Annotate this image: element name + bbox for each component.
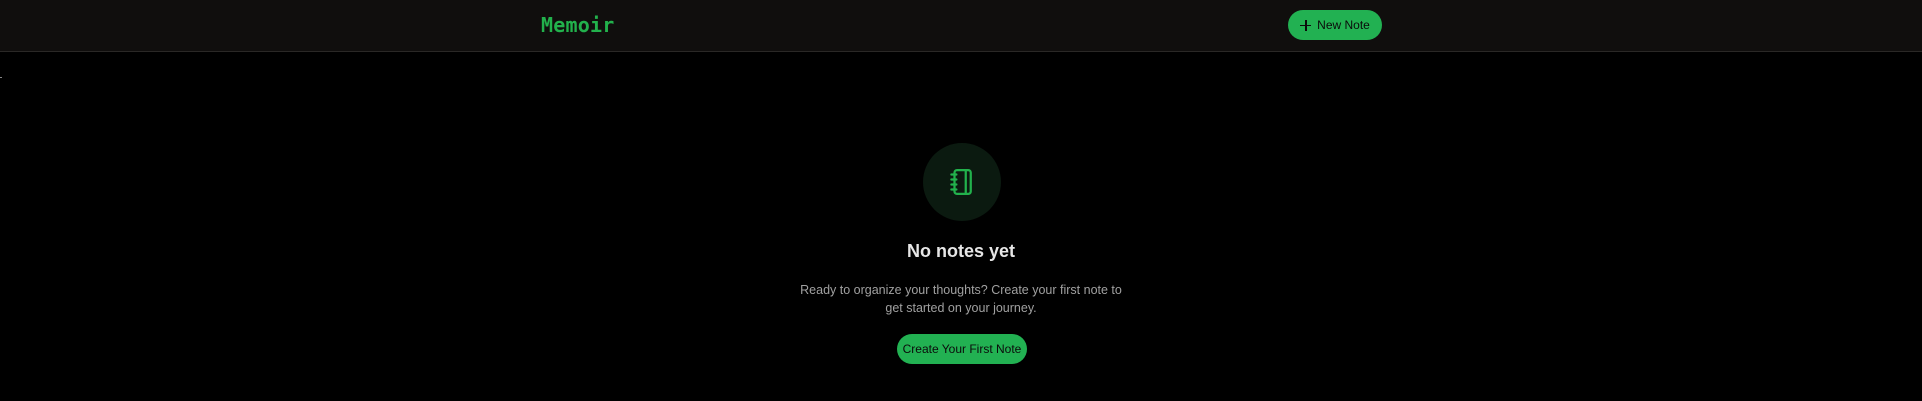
empty-state-title: No notes yet (906, 241, 1016, 261)
empty-state: No notes yet Ready to organize your thou… (0, 0, 1922, 401)
empty-state-icon-circle (923, 143, 1001, 221)
empty-state-description: Ready to organize your thoughts? Create … (800, 283, 1122, 315)
notebook-icon (950, 169, 972, 195)
create-first-note-button[interactable]: Create Your First Note (897, 334, 1027, 364)
app-root: Memoir New Note No notes yet Ready to or… (0, 0, 1922, 401)
